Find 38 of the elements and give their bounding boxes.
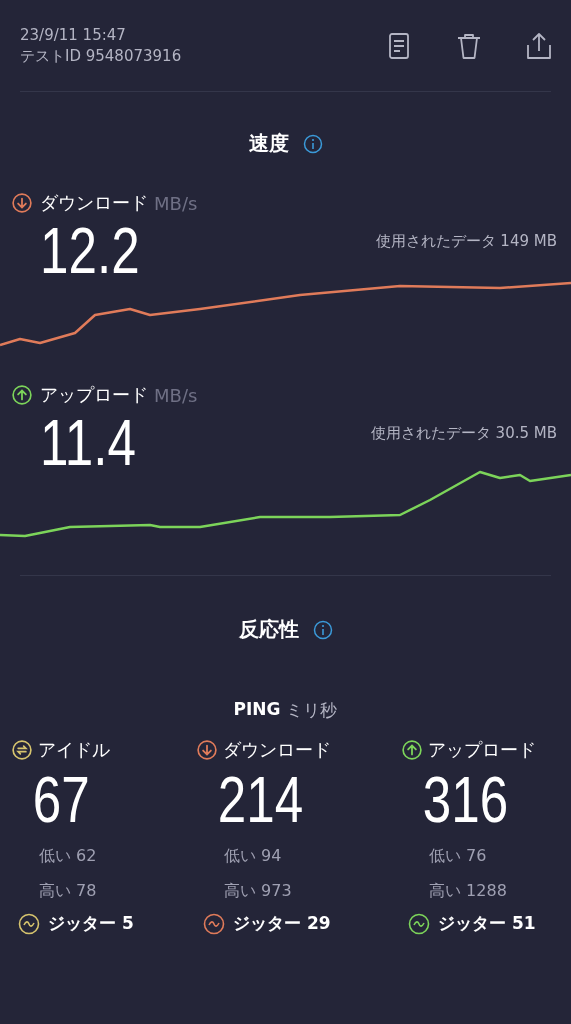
ping-type-label: アイドル — [38, 738, 110, 762]
speed-value: 11.4 — [40, 407, 136, 479]
data-used-label: 使用されたデータ 30.5 MB — [369, 423, 557, 444]
ping-high: 高い 78 — [38, 880, 98, 902]
ping-label: PING — [233, 699, 281, 721]
info-icon[interactable] — [302, 133, 323, 154]
ping-type-label: アップロード — [428, 738, 536, 762]
ping-value: 214 — [216, 763, 305, 838]
swap-arrows-icon — [12, 740, 32, 760]
jitter-value: ジッター 5 — [48, 912, 134, 935]
ping-high: 高い 1288 — [428, 880, 508, 902]
speed-value: 12.2 — [40, 215, 140, 287]
unit-label: ミリ秒 — [286, 699, 338, 722]
ping-value: 67 — [31, 763, 91, 838]
trash-icon[interactable] — [455, 31, 483, 61]
ping-value: 316 — [421, 763, 510, 838]
jitter-value: ジッター 51 — [438, 912, 536, 935]
arrow-down-icon — [12, 193, 32, 213]
ping-low: 低い 62 — [38, 845, 98, 867]
ping-low: 低い 94 — [223, 845, 283, 867]
unit-label: MB/s — [154, 192, 198, 214]
arrow-down-icon — [197, 740, 217, 760]
arrow-up-icon — [12, 385, 32, 405]
ping-high: 高い 973 — [223, 880, 293, 902]
test-id: テストID 9548073916 — [20, 46, 182, 67]
metric-label: アップロード — [40, 383, 148, 407]
info-icon[interactable] — [312, 619, 333, 640]
section-title: 反応性 — [238, 616, 299, 643]
jitter-value: ジッター 29 — [233, 912, 331, 935]
test-date: 23/9/11 15:47 — [20, 25, 127, 46]
ping-type-label: ダウンロード — [223, 738, 331, 762]
data-used-label: 使用されたデータ 149 MB — [374, 231, 557, 252]
ping-low: 低い 76 — [428, 845, 488, 867]
share-icon[interactable] — [525, 31, 553, 61]
unit-label: MB/s — [154, 384, 198, 406]
section-title: 速度 — [248, 130, 289, 157]
metric-label: ダウンロード — [40, 191, 148, 215]
arrow-up-icon — [402, 740, 422, 760]
